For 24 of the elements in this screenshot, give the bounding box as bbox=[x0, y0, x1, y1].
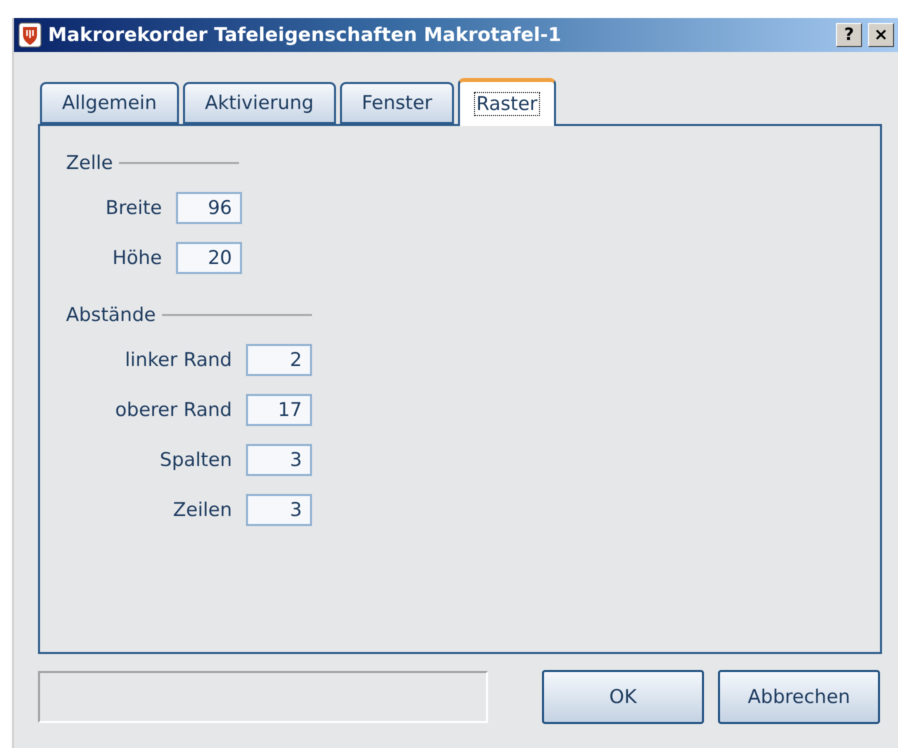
number-field[interactable]: 96 bbox=[176, 192, 242, 224]
field-label: Spalten bbox=[158, 449, 232, 471]
tab[interactable]: Aktivierung bbox=[182, 82, 336, 124]
number-field[interactable]: 3 bbox=[246, 444, 312, 476]
number-field[interactable]: 3 bbox=[246, 494, 312, 526]
field-label: Breite bbox=[104, 197, 162, 219]
app-logo-icon bbox=[18, 22, 42, 48]
number-field[interactable]: 2 bbox=[246, 344, 312, 376]
tab[interactable]: Allgemein bbox=[40, 82, 179, 124]
ok-button[interactable]: OK bbox=[542, 670, 704, 724]
group-title: Zelle bbox=[66, 152, 113, 174]
number-field[interactable]: 20 bbox=[176, 242, 242, 274]
close-button[interactable]: × bbox=[868, 23, 894, 47]
field-label: linker Rand bbox=[124, 349, 232, 371]
tab[interactable]: Raster bbox=[458, 78, 556, 126]
field-label: oberer Rand bbox=[114, 399, 232, 421]
window-title: Makrorekorder Tafeleigenschaften Makrotafel-1 bbox=[48, 24, 562, 46]
group-title: Abstände bbox=[66, 304, 156, 326]
field-label: Höhe bbox=[111, 247, 162, 269]
field-label: Zeilen bbox=[172, 499, 232, 521]
help-button[interactable]: ? bbox=[836, 23, 862, 47]
number-field[interactable]: 17 bbox=[246, 394, 312, 426]
cancel-button[interactable]: Abbrechen bbox=[718, 670, 880, 724]
tab[interactable]: Fenster bbox=[340, 82, 454, 124]
